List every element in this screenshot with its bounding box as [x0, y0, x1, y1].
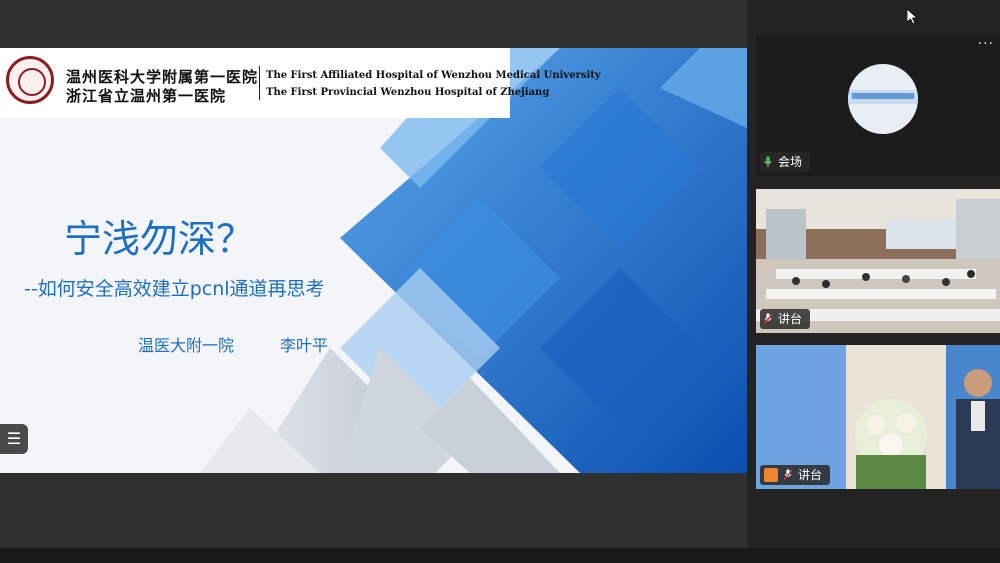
presentation-slide: 温州医科大学附属第一医院 浙江省立温州第一医院 The First Affili… [0, 48, 747, 473]
participant-label-podium-speaker: 讲台 [760, 465, 831, 485]
slide-title: 宁浅勿深？ [64, 217, 255, 261]
participant-name: 讲台 [778, 312, 803, 326]
more-options-icon[interactable]: ··· [978, 36, 994, 52]
speaker-affiliation: 温医大附一院 [138, 336, 235, 355]
venue-avatar [848, 64, 918, 134]
participant-label-venue: 会场 [760, 152, 811, 172]
speaker-name: 李叶平 [280, 336, 329, 355]
hospital-name-en-1: The First Affiliated Hospital of Wenzhou… [266, 70, 601, 81]
participant-name: 讲台 [798, 468, 823, 482]
hospital-logo-bar: 温州医科大学附属第一医院 浙江省立温州第一医院 The First Affili… [0, 48, 601, 118]
slide-menu-button[interactable]: ☰ [0, 424, 28, 454]
hospital-seal-logo [6, 56, 54, 104]
logo-divider [259, 66, 260, 100]
user-avatar-icon [764, 468, 778, 482]
bottom-toolbar-strip [0, 548, 1000, 563]
participant-tile-venue[interactable]: ··· 会场 [756, 34, 1000, 176]
list-menu-icon: ☰ [6, 429, 22, 448]
participant-tile-podium-speaker[interactable]: 讲台 [756, 345, 1000, 489]
participant-name: 会场 [778, 155, 803, 169]
microphone-icon [764, 156, 772, 167]
participant-tile-podium-room[interactable]: 讲台 [756, 189, 1000, 333]
slide-subtitle: --如何安全高效建立pcnl通道再思考 [24, 278, 325, 300]
hospital-name-cn-2: 浙江省立温州第一医院 [66, 87, 227, 105]
hospital-name-en-2: The First Provincial Wenzhou Hospital of… [266, 87, 550, 98]
microphone-muted-icon [764, 313, 772, 325]
microphone-muted-icon [784, 469, 792, 481]
mouse-cursor-icon [907, 9, 919, 25]
participant-label-podium-room: 讲台 [760, 309, 811, 329]
hospital-name-cn-1: 温州医科大学附属第一医院 [66, 68, 259, 86]
shared-screen-area: 温州医科大学附属第一医院 浙江省立温州第一医院 The First Affili… [0, 0, 747, 563]
